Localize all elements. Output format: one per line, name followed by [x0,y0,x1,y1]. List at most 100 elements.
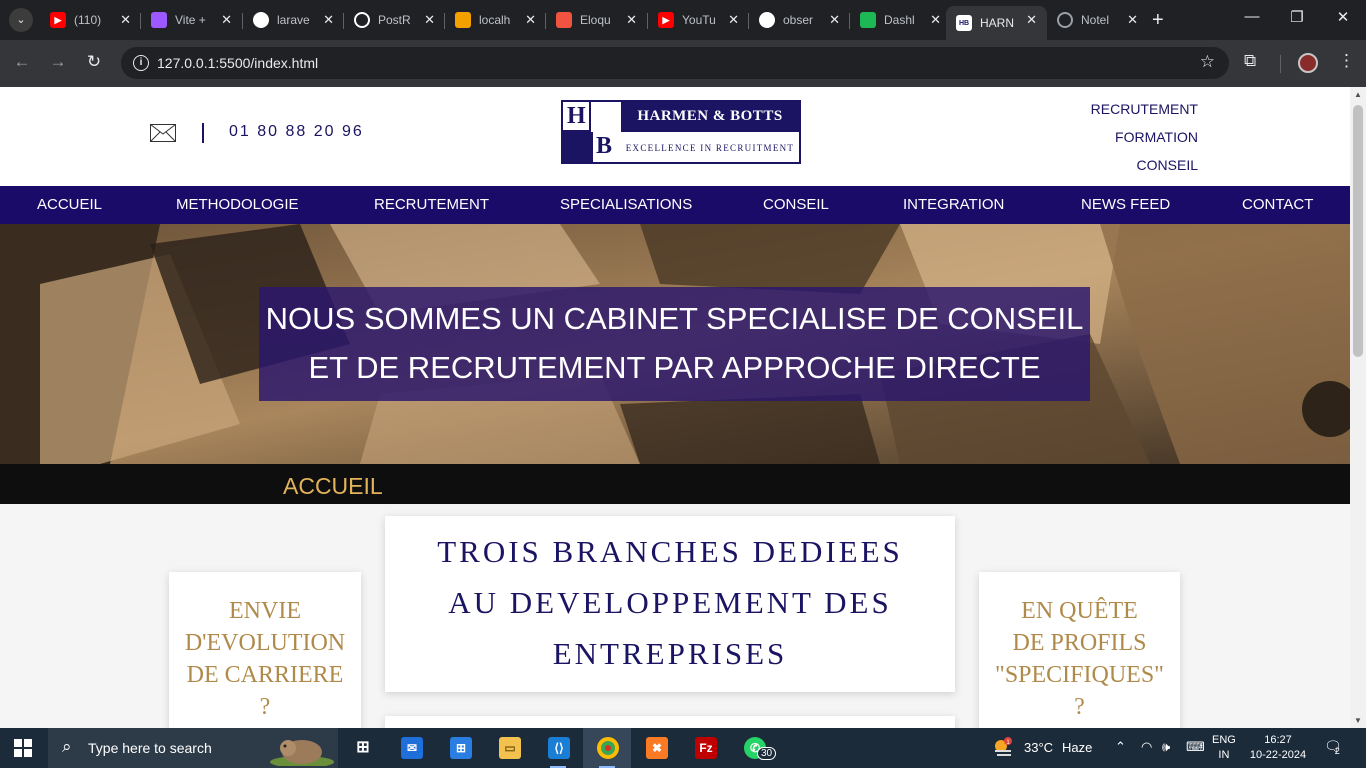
site-logo[interactable]: H B HARMEN & BOTTS EXCELLENCE IN RECRUIT… [561,100,801,164]
browser-tab-title: YouTu [682,13,716,27]
vscode-icon[interactable]: ⟨⟩ [534,728,582,768]
system-clock[interactable]: 16:27 10-22-2024 [1246,733,1310,763]
career-card-line4: ? [259,694,271,720]
nav-conseil[interactable]: CONSEIL [763,196,829,213]
back-arrow-icon[interactable]: ← [11,52,33,72]
xampp-icon[interactable]: ✖ [632,728,680,768]
quick-links: RECRUTEMENT FORMATION CONSEIL [1040,95,1198,179]
career-card-line1: ENVIE [229,598,301,624]
header-divider [202,123,204,143]
site-header: 01 80 88 20 96 H B HARMEN & BOTTS EXCELL… [0,87,1350,186]
browser-tab[interactable]: obser ✕ [749,6,850,34]
browser-tab[interactable]: localh ✕ [445,6,546,34]
more-menu-icon[interactable]: ⋮ [1338,51,1355,71]
browser-tab[interactable]: Notel ✕ [1047,6,1148,34]
file-explorer-icon[interactable]: ▭ [485,728,533,768]
browser-tab[interactable]: larave ✕ [243,6,344,34]
taskbar-search[interactable]: ⌕ Type here to search [48,728,338,768]
weather-condition[interactable]: Haze [1062,740,1092,755]
browser-tab-title: localh [479,13,511,27]
nav-specialisations[interactable]: SPECIALISATIONS [560,196,692,213]
language-indicator[interactable]: ENG IN [1212,733,1236,763]
windows-start-icon[interactable] [14,739,32,757]
tab-close-icon[interactable]: ✕ [728,12,739,28]
browser-tab[interactable]: PostR ✕ [344,6,445,34]
extensions-icon[interactable]: ⧉ [1244,51,1256,71]
network-icon[interactable]: ⌨ [1186,739,1205,755]
scroll-up-icon[interactable]: ▲ [1354,90,1362,99]
logo-letter-h: H [567,103,586,129]
weather-temperature[interactable]: 33°C [1024,740,1053,755]
nav-integration[interactable]: INTEGRATION [903,196,1004,213]
profile-avatar[interactable] [1298,53,1318,73]
clock-date: 10-22-2024 [1249,749,1307,761]
minimize-icon[interactable]: — [1237,8,1267,25]
tab-search-menu-icon[interactable]: ⌄ [9,8,33,32]
hero-banner: NOUS SOMMES UN CABINET SPECIALISE DE CON… [0,224,1350,464]
notification-center-icon[interactable]: 🗨2 [1324,738,1342,756]
profiles-card[interactable]: EN QUÊTE DE PROFILS "SPECIFIQUES" ? [979,572,1180,728]
restore-icon[interactable]: ❐ [1282,8,1312,26]
wifi-icon[interactable]: ◠ [1141,739,1152,755]
close-window-icon[interactable]: ✕ [1328,8,1358,26]
breadcrumb: ACCUEIL [0,464,1350,504]
address-bar[interactable]: i 127.0.0.1:5500/index.html ☆ [121,47,1229,79]
search-placeholder: Type here to search [88,740,212,756]
mail-app-icon[interactable]: ✉ [387,728,435,768]
new-tab-button[interactable]: + [1152,9,1164,32]
address-url[interactable]: 127.0.0.1:5500/index.html [157,55,318,71]
forward-arrow-icon[interactable]: → [47,52,69,72]
tab-close-icon[interactable]: ✕ [930,12,941,28]
tab-close-icon[interactable]: ✕ [323,12,334,28]
chrome-icon[interactable] [583,728,631,768]
nav-recrutement[interactable]: RECRUTEMENT [374,196,489,213]
tab-close-icon[interactable]: ✕ [626,12,637,28]
quick-link-recrutement[interactable]: RECRUTEMENT [1040,95,1198,123]
tab-close-icon[interactable]: ✕ [120,12,131,28]
browser-tab-title: PostR [378,13,411,27]
browser-tab[interactable]: ▶ YouTu ✕ [648,6,749,34]
browser-tab-title: (110) [74,13,102,27]
tab-close-icon[interactable]: ✕ [829,12,840,28]
reload-icon[interactable]: ↻ [83,52,105,72]
logo-letter-b: B [596,133,613,159]
tab-close-icon[interactable]: ✕ [1026,12,1037,28]
weather-haze-icon[interactable]: 1 [992,737,1014,759]
scroll-thumb[interactable] [1353,105,1363,357]
browser-tab-title: HARN [980,16,1015,30]
scroll-down-icon[interactable]: ▼ [1354,716,1362,725]
browser-tab-title: Eloqu [580,13,611,27]
nav-news-feed[interactable]: NEWS FEED [1081,196,1170,213]
branches-card-lower [385,716,955,728]
tray-chevron-icon[interactable]: ⌃ [1115,739,1126,755]
mail-icon[interactable] [150,124,176,142]
tab-close-icon[interactable]: ✕ [221,12,232,28]
globe-icon [1057,12,1073,28]
career-card[interactable]: ENVIE D'EVOLUTION DE CARRIERE ? [169,572,361,728]
quick-link-formation[interactable]: FORMATION [1040,123,1198,151]
volume-icon[interactable]: 🕪 [1162,739,1170,755]
nav-methodologie[interactable]: METHODOLOGIE [176,196,299,213]
bookmark-star-icon[interactable]: ☆ [1200,52,1215,72]
branches-title-line1: TROIS BRANCHES DEDIEES [437,534,903,569]
whatsapp-icon[interactable]: ✆ 30 [730,728,778,768]
browser-tab[interactable]: ▶ (110) ✕ [40,6,141,34]
tab-close-icon[interactable]: ✕ [1127,12,1138,28]
task-view-icon[interactable]: ⊞ [338,728,386,768]
nav-accueil[interactable]: ACCUEIL [37,196,102,213]
tab-close-icon[interactable]: ✕ [525,12,536,28]
browser-tab[interactable]: Vite + ✕ [141,6,242,34]
tab-close-icon[interactable]: ✕ [424,12,435,28]
page-scrollbar[interactable]: ▲ ▼ [1350,87,1366,728]
site-info-icon[interactable]: i [133,55,149,71]
hero-headline-line2: ET DE RECRUTEMENT PAR APPROCHE DIRECTE [308,350,1041,385]
nav-contact[interactable]: CONTACT [1242,196,1313,213]
toolbar-divider [1280,55,1281,73]
phone-number[interactable]: 01 80 88 20 96 [229,123,364,141]
browser-tab[interactable]: Eloqu ✕ [546,6,647,34]
quick-link-conseil[interactable]: CONSEIL [1040,151,1198,179]
browser-tab[interactable]: HB HARN ✕ [946,6,1047,40]
filezilla-icon[interactable]: Fz [681,728,729,768]
store-app-icon[interactable]: ⊞ [436,728,484,768]
browser-tab[interactable]: Dashl ✕ [850,6,951,34]
